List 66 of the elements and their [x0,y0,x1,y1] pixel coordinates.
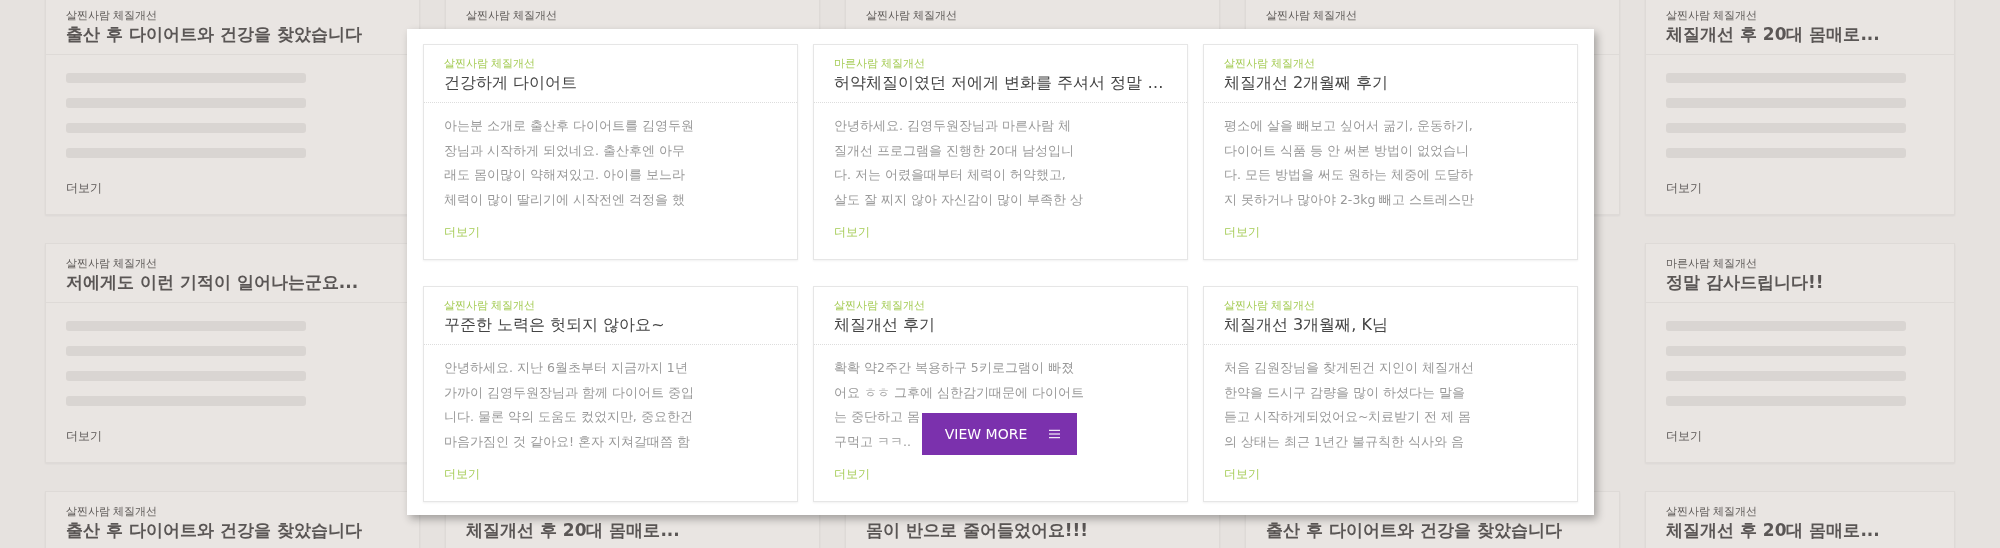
text-line: 래도 몸이많이 약해져있고. 아이를 보느라 [444,166,685,184]
category-label: 살찐사람 체질개선 [66,504,159,519]
text-line: 듣고 시작하게되었어요~치료받기 전 제 몸 [1224,408,1472,426]
text-line: 의 상태는 최근 1년간 불규칙한 식사와 음 [1224,432,1464,451]
more-link[interactable]: 더보기 [1666,180,1702,197]
more-link[interactable]: 더보기 [834,466,870,483]
review-title: 저에게도 이런 기적이 일어나는군요... [66,271,360,293]
view-more-button[interactable]: VIEW MORE [922,413,1077,455]
category-label: 마른사람 체질개선 [1666,256,1759,271]
text-line: 아는분 소개로 출산후 다이어트를 김영두원 [444,117,694,135]
review-title: 꾸준한 노력은 헛되지 않아요~ [444,314,665,336]
text-line: 체력이 많이 딸리기에 시작전엔 걱정을 했 [444,190,685,209]
category-label: 살찐사람 체질개선 [1224,298,1317,314]
review-title: 체질개선 3개월째, K님 [1224,314,1388,336]
review-title: 체질개선 후 20대 몸매로... [1666,519,1881,541]
text-line: 안녕하세요. 지난 6월초부터 지금까지 1년 [444,359,688,377]
text-line: 구먹고 ㅋㅋ.. [834,432,911,451]
category-label: 살찐사람 체질개선 [1266,8,1359,23]
text-line: 어요 ㅎㅎ 그후에 심한감기때문에 다이어트 [834,383,1084,402]
category-label: 살찐사람 체질개선 [834,298,927,314]
more-link[interactable]: 더보기 [1666,428,1702,445]
text-line: 평소에 살을 빼보고 싶어서 굶기, 운동하기, [1224,117,1473,135]
more-link[interactable]: 더보기 [66,428,102,445]
more-link[interactable]: 더보기 [834,224,870,241]
text-line: 안녕하세요. 김영두원장님과 마른사람 체 [834,117,1071,135]
review-title: 출산 후 다이어트와 건강을 찾았습니다 [66,519,363,541]
category-label: 살찐사람 체질개선 [1224,56,1317,72]
more-link[interactable]: 더보기 [66,180,102,197]
category-label: 살찐사람 체질개선 [1666,504,1759,519]
text-line: 다. 저는 어렸을때부터 체력이 허약했고, [834,166,1066,184]
text-line: 마음가짐인 것 같아요! 혼자 지쳐갈때쯤 함 [444,432,690,451]
text-line: 다. 모든 방법을 써도 원하는 체중에 도달하 [1224,166,1473,184]
text-line: 처음 김원장님을 찾게된건 지인이 체질개선 [1224,359,1474,377]
more-link[interactable]: 더보기 [444,224,480,241]
review-title: 허약체질이였던 저에게 변화를 주셔서 정말 … [834,72,1164,94]
review-title: 출산 후 다이어트와 건강을 찾았습니다 [66,23,363,45]
category-label: 살찐사람 체질개선 [1666,8,1759,23]
text-line: 한약을 드시구 감량을 많이 하셨다는 말을 [1224,383,1465,402]
text-line: 지 못하거나 많아야 2-3kg 빼고 스트레스만 [1224,190,1475,209]
menu-icon [1049,429,1061,439]
category-label: 살찐사람 체질개선 [866,8,959,23]
category-label: 살찐사람 체질개선 [466,8,559,23]
text-line: 살도 잘 찌지 않아 자신감이 많이 부족한 상 [834,190,1083,209]
text-line: 다이어트 식품 등 안 써본 방법이 없었습니 [1224,141,1469,160]
category-label: 살찐사람 체질개선 [444,56,537,72]
category-label: 살찐사람 체질개선 [444,298,537,314]
review-title: 체질개선 후 20대 몸매로... [1666,23,1881,45]
text-line: 확확 약2주간 복용하구 5키로그램이 빠졌 [834,359,1074,377]
text-line: 니다. 물론 약의 도움도 컸었지만, 중요한건 [444,408,693,426]
category-label: 살찐사람 체질개선 [66,8,159,23]
review-title: 출산 후 다이어트와 건강을 찾았습니다 [1266,519,1563,541]
text-line: 는 중단하고 몸 [834,408,920,426]
category-label: 살찐사람 체질개선 [66,256,159,271]
review-title: 체질개선 2개월째 후기 [1224,72,1389,94]
review-title: 체질개선 후기 [834,314,936,336]
more-link[interactable]: 더보기 [1224,466,1260,483]
text-line: 장님과 시작하게 되었네요. 출산후엔 아무 [444,141,685,160]
more-link[interactable]: 더보기 [1224,224,1260,241]
more-link[interactable]: 더보기 [444,466,480,483]
review-title: 체질개선 후 20대 몸매로... [466,519,681,541]
review-title: 건강하게 다이어트 [444,72,578,94]
category-label: 마른사람 체질개선 [834,56,927,72]
review-title: 정말 감사드립니다!! [1666,271,1825,293]
review-title: 몸이 반으로 줄어들었어요!!! [866,519,1090,541]
text-line: 질개선 프로그램을 진행한 20대 남성입니 [834,141,1074,160]
text-line: 가까이 김영두원장님과 함께 다이어트 중입 [444,383,694,402]
